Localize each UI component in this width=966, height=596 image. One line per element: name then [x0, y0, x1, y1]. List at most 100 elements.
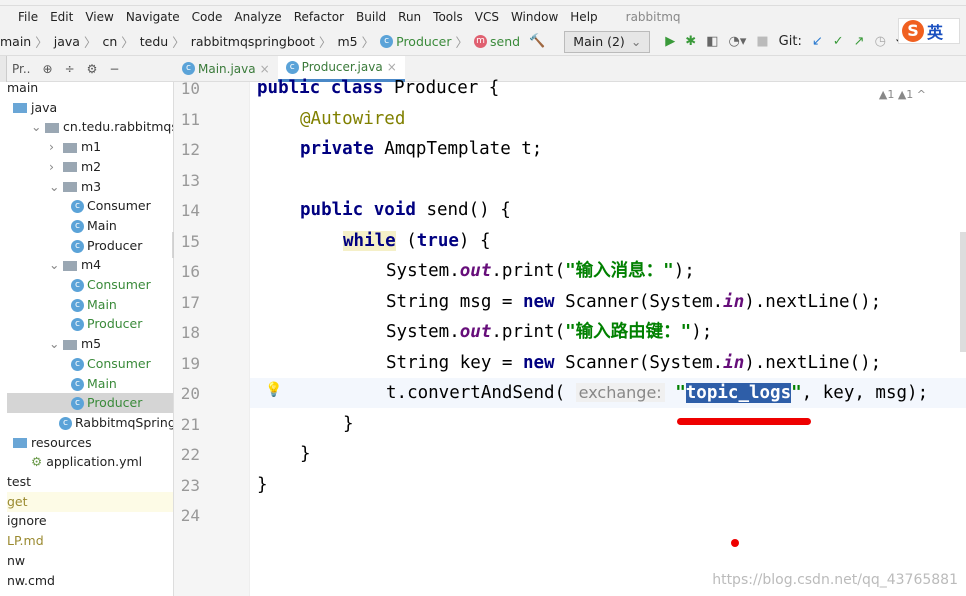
code-line[interactable]: System.out.print("输入路由键："); — [386, 317, 712, 347]
menu-item-run[interactable]: Run — [398, 10, 421, 24]
tree-item[interactable]: c Consumer — [7, 275, 151, 295]
menu-item-view[interactable]: View — [85, 10, 113, 24]
breadcrumb-item[interactable]: cn — [102, 34, 117, 49]
git-update-icon[interactable]: ↙ — [812, 34, 823, 49]
close-icon[interactable]: × — [387, 60, 397, 74]
tree-item[interactable]: c Producer — [7, 236, 142, 256]
menu-item-build[interactable]: Build — [356, 10, 386, 24]
tree-item[interactable]: c Main — [7, 216, 117, 236]
tree-item[interactable]: ignore — [7, 511, 47, 531]
menu-item-file[interactable]: File — [18, 10, 38, 24]
menu-item-refactor[interactable]: Refactor — [294, 10, 344, 24]
tree-item[interactable]: c Producer — [7, 314, 142, 334]
watermark: https://blog.csdn.net/qq_43765881 — [712, 572, 958, 588]
tree-item[interactable]: ⌄ m4 — [7, 255, 101, 275]
breadcrumb-item[interactable]: tedu — [140, 34, 168, 49]
code-token: while — [343, 230, 396, 251]
menu-item-tools[interactable]: Tools — [433, 10, 463, 24]
code-line[interactable]: public class Producer { — [257, 73, 499, 103]
git-commit-icon[interactable]: ✓ — [833, 34, 844, 49]
tree-item[interactable]: nw.cmd — [7, 571, 55, 591]
code-token: ).nextLine(); — [744, 352, 882, 373]
code-token: } — [300, 444, 311, 464]
tree-item[interactable]: java — [7, 98, 57, 118]
history-icon[interactable]: ◷ — [875, 34, 886, 49]
tree-item[interactable]: c Main — [7, 374, 117, 394]
code-token: @Autowired — [300, 108, 406, 129]
code-line[interactable]: String key = new Scanner(System.in).next… — [386, 348, 881, 378]
code-token: new — [522, 291, 555, 312]
tab-label: Producer.java — [301, 60, 383, 74]
code-token: , key, msg); — [801, 383, 929, 403]
tree-item[interactable]: › m1 — [7, 137, 101, 157]
locate-icon[interactable]: ⊕ — [43, 62, 53, 76]
code-line[interactable]: } — [257, 470, 268, 500]
tree-item[interactable]: resources — [7, 433, 92, 453]
breadcrumb-item[interactable]: main — [0, 34, 31, 49]
build-icon[interactable]: 🔨 — [529, 34, 545, 49]
profile-icon[interactable]: ◔▾ — [729, 34, 747, 49]
code-line[interactable]: while (true) { — [343, 226, 491, 256]
menu-item-vcs[interactable]: VCS — [475, 10, 499, 24]
tree-item[interactable]: main — [7, 82, 38, 98]
collapse-icon[interactable]: ÷ — [65, 62, 75, 76]
code-line[interactable]: private AmqpTemplate t; — [300, 134, 542, 164]
tree-item[interactable]: ⌄ cn.tedu.rabbitmqsprin — [7, 117, 173, 137]
scrollbar[interactable] — [960, 232, 966, 352]
chevron-right-icon[interactable]: › — [49, 137, 63, 157]
folder-icon — [13, 438, 27, 449]
code-line[interactable]: } — [300, 439, 311, 469]
tree-item[interactable]: c Consumer — [7, 196, 151, 216]
menu-item-edit[interactable]: Edit — [50, 10, 73, 24]
menu-item-code[interactable]: Code — [192, 10, 223, 24]
run-icon[interactable]: ▶ — [665, 34, 675, 49]
breadcrumb-item[interactable]: m5 — [337, 34, 357, 49]
tree-item[interactable]: ⌄ m3 — [7, 177, 101, 197]
chevron-down-icon[interactable]: ⌄ — [49, 255, 63, 275]
chevron-right-icon[interactable]: › — [49, 157, 63, 177]
menu-item-navigate[interactable]: Navigate — [126, 10, 180, 24]
tree-item[interactable]: c Main — [7, 295, 117, 315]
breadcrumb-item[interactable]: java — [54, 34, 80, 49]
tree-item[interactable]: › m2 — [7, 157, 101, 177]
code-line[interactable]: String msg = new Scanner(System.in).next… — [386, 287, 881, 317]
tree-item[interactable]: ⌄ m5 — [7, 334, 101, 354]
menu-item-window[interactable]: Window — [511, 10, 558, 24]
code-line[interactable]: @Autowired — [300, 104, 405, 134]
chevron-down-icon[interactable]: ⌄ — [49, 177, 63, 197]
tree-item[interactable]: get — [7, 491, 173, 512]
debug-icon[interactable]: ✱ — [685, 34, 696, 49]
project-panel-label[interactable]: Pr.. — [12, 62, 31, 76]
lightbulb-icon[interactable]: 💡 — [265, 382, 282, 398]
class-icon: c — [380, 35, 394, 48]
tree-item[interactable]: c Producer — [7, 393, 173, 414]
tree-item[interactable]: test — [7, 472, 31, 492]
code-line[interactable]: System.out.print("输入消息："); — [386, 256, 695, 286]
minimize-icon[interactable]: − — [109, 62, 119, 76]
package-icon — [63, 339, 77, 350]
chevron-down-icon[interactable]: ⌄ — [31, 117, 45, 137]
tree-item[interactable]: cRabbitmqSpringbo — [7, 413, 173, 433]
git-push-icon[interactable]: ↗ — [854, 34, 865, 49]
menu-item-help[interactable]: Help — [570, 10, 597, 24]
breadcrumb-item[interactable]: send — [490, 34, 520, 49]
tree-item[interactable]: ⚙ application.yml — [7, 452, 142, 472]
stop-icon[interactable]: ■ — [756, 34, 768, 49]
tree-item[interactable]: LP.md — [7, 531, 44, 551]
code-token: } — [343, 413, 354, 434]
code-editor[interactable]: 💡 ▲1 ▲1 ^ https://blog.csdn.net/qq_43765… — [174, 78, 966, 596]
coverage-icon[interactable]: ◧ — [706, 34, 718, 49]
inspection-widget[interactable]: ▲1 ▲1 ^ — [879, 88, 926, 101]
breadcrumb-item[interactable]: rabbitmqspringboot — [191, 34, 315, 49]
tree-item[interactable]: c Consumer — [7, 354, 151, 374]
breadcrumb-item[interactable]: Producer — [396, 34, 451, 49]
chevron-down-icon[interactable]: ⌄ — [49, 334, 63, 354]
ime-indicator[interactable]: S英 — [898, 18, 960, 44]
code-line[interactable]: } — [343, 409, 354, 439]
gear-icon[interactable]: ⚙ — [87, 62, 98, 76]
menu-item-analyze[interactable]: Analyze — [234, 10, 281, 24]
code-line[interactable]: public void send() { — [300, 195, 511, 225]
code-line[interactable]: t.convertAndSend( exchange: "topic_logs"… — [386, 378, 928, 408]
run-config-select[interactable]: Main (2) ⌄ — [564, 30, 651, 53]
tree-item[interactable]: nw — [7, 551, 25, 571]
